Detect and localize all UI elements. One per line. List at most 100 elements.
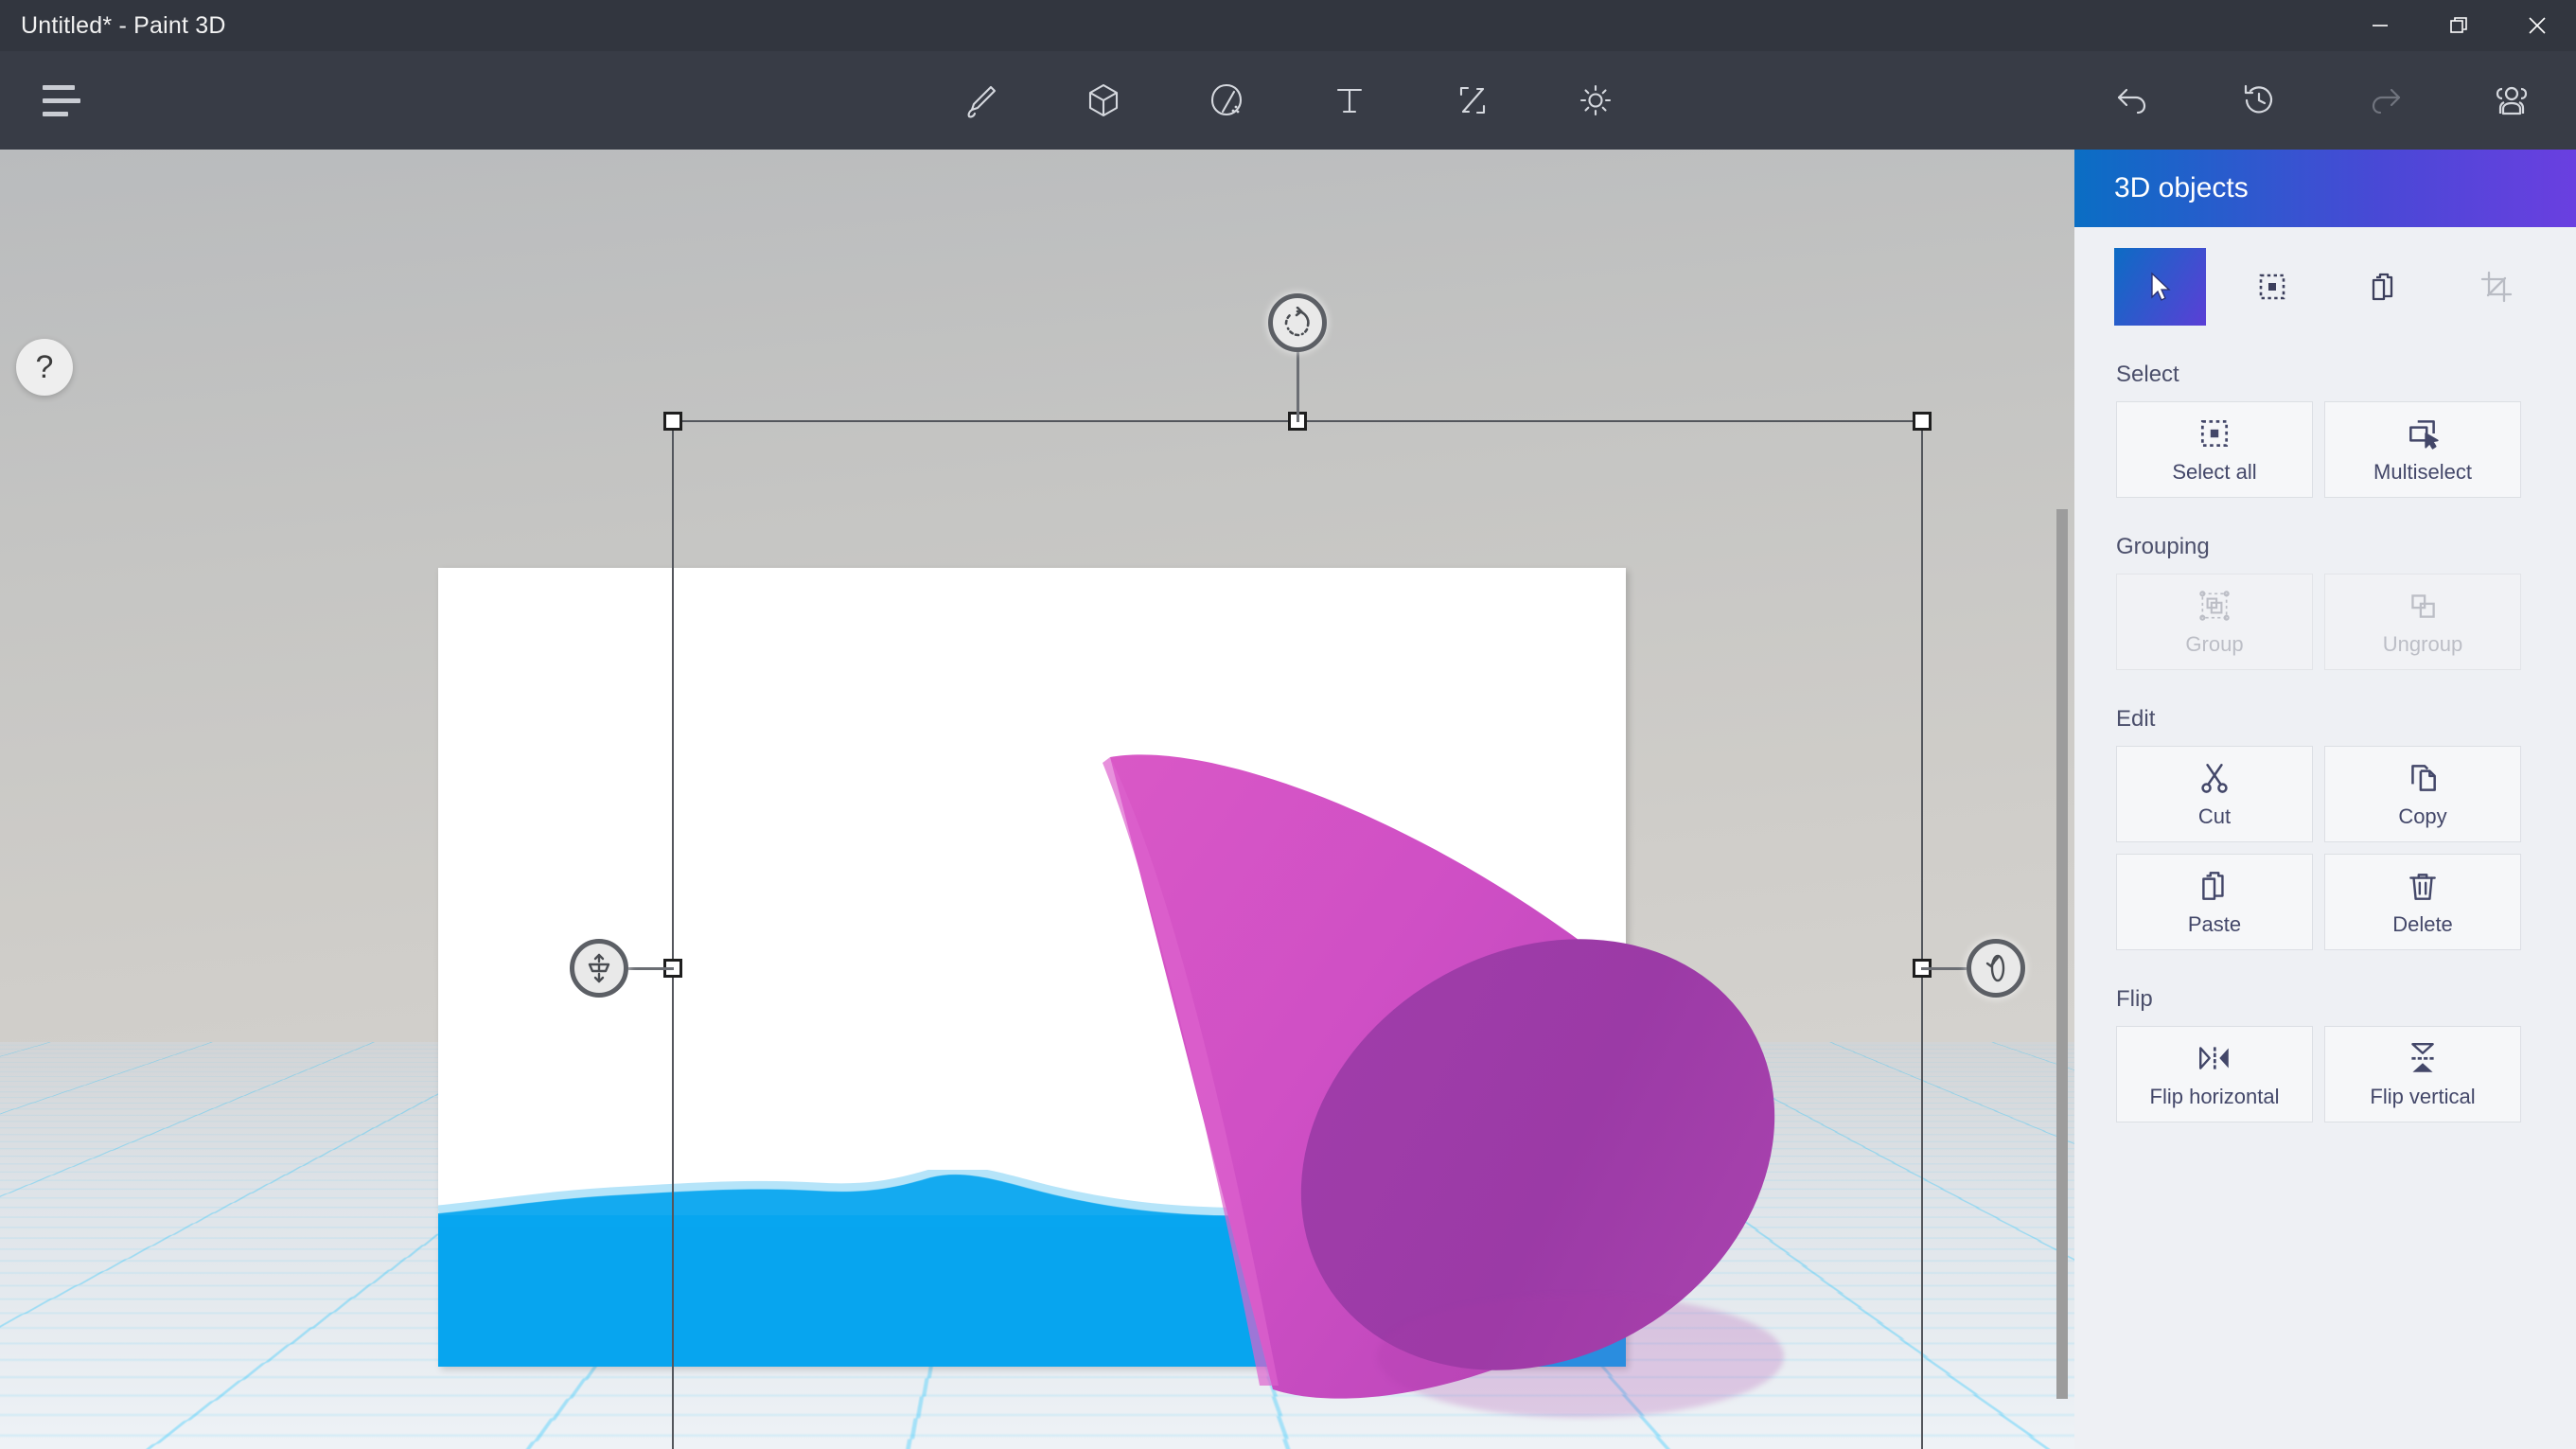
section-label-edit: Edit <box>2116 706 2156 732</box>
hamburger-icon <box>43 84 80 116</box>
tool-stickers[interactable] <box>1186 60 1267 141</box>
resize-handle-top-left[interactable] <box>663 412 682 431</box>
multiselect-icon <box>2409 419 2439 450</box>
ungroup-label: Ungroup <box>2382 631 2463 656</box>
trash-icon <box>2409 873 2436 900</box>
minimize-icon <box>2372 25 2388 27</box>
tab-select[interactable] <box>2114 248 2206 326</box>
panel-tab-bar <box>2074 227 2576 326</box>
copy-label: Copy <box>2398 804 2447 828</box>
group-button[interactable]: Group <box>2116 574 2313 670</box>
panel-title: 3D objects <box>2114 172 2249 203</box>
select-all-button[interactable]: Select all <box>2116 401 2313 498</box>
ungroup-button[interactable]: Ungroup <box>2324 574 2521 670</box>
section-label-select: Select <box>2116 362 2179 387</box>
restore-icon <box>2449 17 2467 33</box>
select-all-label: Select all <box>2172 459 2257 484</box>
cut-button[interactable]: Cut <box>2116 746 2313 842</box>
remix-people-button[interactable] <box>2472 60 2553 141</box>
tool-text[interactable] <box>1309 60 1390 141</box>
cursor-icon <box>2151 272 2171 301</box>
window-title: Untitled* - Paint 3D <box>21 11 226 39</box>
cut-label: Cut <box>2197 804 2232 828</box>
clipboard-icon <box>2202 871 2224 900</box>
group-icon <box>2199 590 2230 621</box>
flip-vertical-button[interactable]: Flip vertical <box>2324 1026 2521 1122</box>
sticker-icon <box>1210 83 1243 116</box>
flip-horizontal-icon <box>2199 1046 2229 1069</box>
side-panel: 3D objects Select Select all Multiselect… <box>2074 150 2576 1449</box>
sun-icon <box>1579 84 1612 116</box>
text-icon <box>1336 88 1363 114</box>
rotate-y-handle[interactable] <box>1967 938 2025 998</box>
selection-bounding-box[interactable] <box>570 293 2025 1449</box>
resize-handle-top-right[interactable] <box>1913 412 1932 431</box>
minimize-button[interactable] <box>2340 0 2419 51</box>
tool-effects[interactable] <box>1555 60 1636 141</box>
undo-button[interactable] <box>2091 60 2173 141</box>
paste-button[interactable]: Paste <box>2116 854 2313 950</box>
crop-icon <box>2480 271 2512 303</box>
history-icon <box>2244 84 2273 114</box>
rotate-z-handle[interactable] <box>1268 293 1327 352</box>
restore-button[interactable] <box>2419 0 2497 51</box>
help-icon: ? <box>35 349 54 385</box>
tool-group <box>940 51 1636 150</box>
ungroup-icon <box>2411 593 2435 618</box>
rotate-x-stem <box>628 966 674 970</box>
flip-horizontal-button[interactable]: Flip horizontal <box>2116 1026 2313 1122</box>
section-select-grid: Select all Multiselect <box>2116 401 2576 498</box>
menu-button[interactable] <box>21 51 102 150</box>
people-icon <box>2496 86 2528 115</box>
undo-icon <box>2117 88 2146 115</box>
copy-icon <box>2411 764 2436 791</box>
group-label: Group <box>2185 631 2244 656</box>
close-icon <box>2528 17 2546 34</box>
flip-vertical-label: Flip vertical <box>2370 1084 2476 1108</box>
rotate-vertical-icon <box>588 953 610 982</box>
close-button[interactable] <box>2497 0 2576 51</box>
help-button[interactable]: ? <box>16 339 73 396</box>
canvas-stage[interactable]: ? <box>0 150 2074 1449</box>
tool-canvas[interactable] <box>1432 60 1513 141</box>
rotate-z-stem <box>1297 352 1299 422</box>
title-bar: Untitled* - Paint 3D <box>0 0 2576 51</box>
canvas-vertical-scrollbar[interactable] <box>2056 509 2068 1399</box>
history-button[interactable] <box>2218 60 2300 141</box>
tab-paste[interactable] <box>2338 248 2430 326</box>
brush-icon <box>967 85 997 118</box>
delete-button[interactable]: Delete <box>2324 854 2521 950</box>
tab-marquee-select[interactable] <box>2227 248 2319 326</box>
rotate-y-stem <box>1921 966 1967 970</box>
rotate-x-handle[interactable] <box>570 938 628 998</box>
tool-art-tools[interactable] <box>940 60 1021 141</box>
section-label-flip: Flip <box>2116 986 2153 1012</box>
tool-3d-shapes[interactable] <box>1063 60 1144 141</box>
delete-label: Delete <box>2392 911 2453 936</box>
paste-label: Paste <box>2187 911 2242 936</box>
tab-crop[interactable] <box>2451 248 2543 326</box>
cube-icon <box>1088 83 1119 117</box>
multiselect-label: Multiselect <box>2373 459 2472 484</box>
flip-vertical-icon <box>2411 1042 2434 1072</box>
window-controls <box>2340 0 2576 51</box>
section-edit-grid: Cut Copy Paste Delete <box>2116 746 2576 950</box>
rotate-z-icon <box>1284 307 1310 337</box>
marquee-select-icon <box>2259 274 2285 300</box>
canvas-icon <box>1459 86 1486 115</box>
redo-icon <box>2372 88 2401 115</box>
scissors-icon <box>2201 763 2228 793</box>
action-group <box>2091 51 2553 150</box>
redo-button[interactable] <box>2345 60 2426 141</box>
rotate-horizontal-icon <box>1985 954 2005 981</box>
section-label-grouping: Grouping <box>2116 534 2210 559</box>
flip-horizontal-label: Flip horizontal <box>2149 1084 2280 1108</box>
marquee-select-icon <box>2200 419 2229 447</box>
multiselect-button[interactable]: Multiselect <box>2324 401 2521 498</box>
section-grouping-grid: Group Ungroup <box>2116 574 2576 670</box>
copy-button[interactable]: Copy <box>2324 746 2521 842</box>
clipboard-icon <box>2373 273 2393 301</box>
main-toolbar <box>0 51 2576 150</box>
paint3d-window: Untitled* - Paint 3D ? 3D objects Select… <box>0 0 2576 1449</box>
panel-header: 3D objects <box>2074 150 2576 227</box>
